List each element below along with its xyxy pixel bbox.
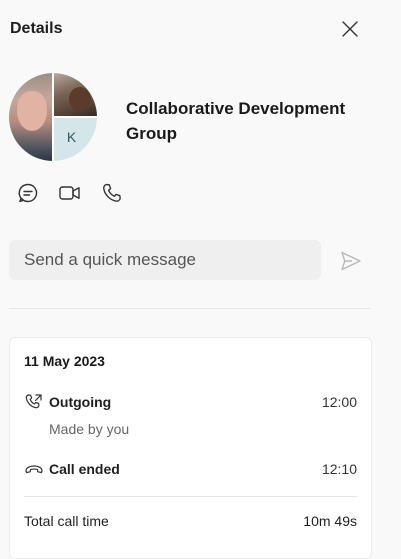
total-call-time-value: 10m 49s [303, 513, 357, 529]
action-bar [16, 181, 124, 205]
outgoing-label: Outgoing [49, 394, 112, 410]
outgoing-call-icon [25, 394, 42, 409]
call-ended-icon [25, 465, 43, 474]
group-name: Collaborative Development Group [126, 99, 346, 143]
member-initial-avatar: K [54, 118, 97, 161]
video-icon [59, 186, 80, 200]
chat-button[interactable] [16, 181, 40, 205]
member-photo-1 [9, 73, 52, 161]
phone-icon [103, 183, 121, 202]
close-icon [342, 21, 358, 37]
audio-call-button[interactable] [100, 181, 124, 205]
details-header: Details [0, 0, 401, 60]
close-button[interactable] [338, 17, 362, 41]
total-call-time-label: Total call time [24, 513, 109, 529]
quick-message-input[interactable] [9, 240, 314, 280]
call-initiator: Made by you [49, 421, 130, 437]
call-log-card: 11 May 2023 Outgoing 12:00 Made by you C… [9, 337, 372, 559]
call-ended-time: 12:10 [321, 461, 357, 477]
group-avatar: K [9, 73, 97, 161]
outgoing-time: 12:00 [321, 394, 357, 410]
card-divider [24, 496, 357, 497]
outgoing-row: Outgoing 12:00 [24, 391, 357, 413]
call-date: 11 May 2023 [24, 353, 105, 369]
section-divider [9, 308, 371, 309]
video-call-button[interactable] [58, 181, 82, 205]
chat-icon [18, 183, 38, 203]
quick-message-box [9, 240, 321, 280]
total-call-time-row: Total call time 10m 49s [24, 513, 357, 529]
call-ended-label: Call ended [49, 461, 120, 477]
call-ended-row: Call ended 12:10 [24, 458, 357, 480]
send-button[interactable] [338, 248, 364, 274]
member-photo-2 [54, 73, 97, 116]
page-title: Details [10, 20, 63, 37]
send-icon [341, 251, 361, 271]
avatar-initial: K [66, 128, 77, 145]
